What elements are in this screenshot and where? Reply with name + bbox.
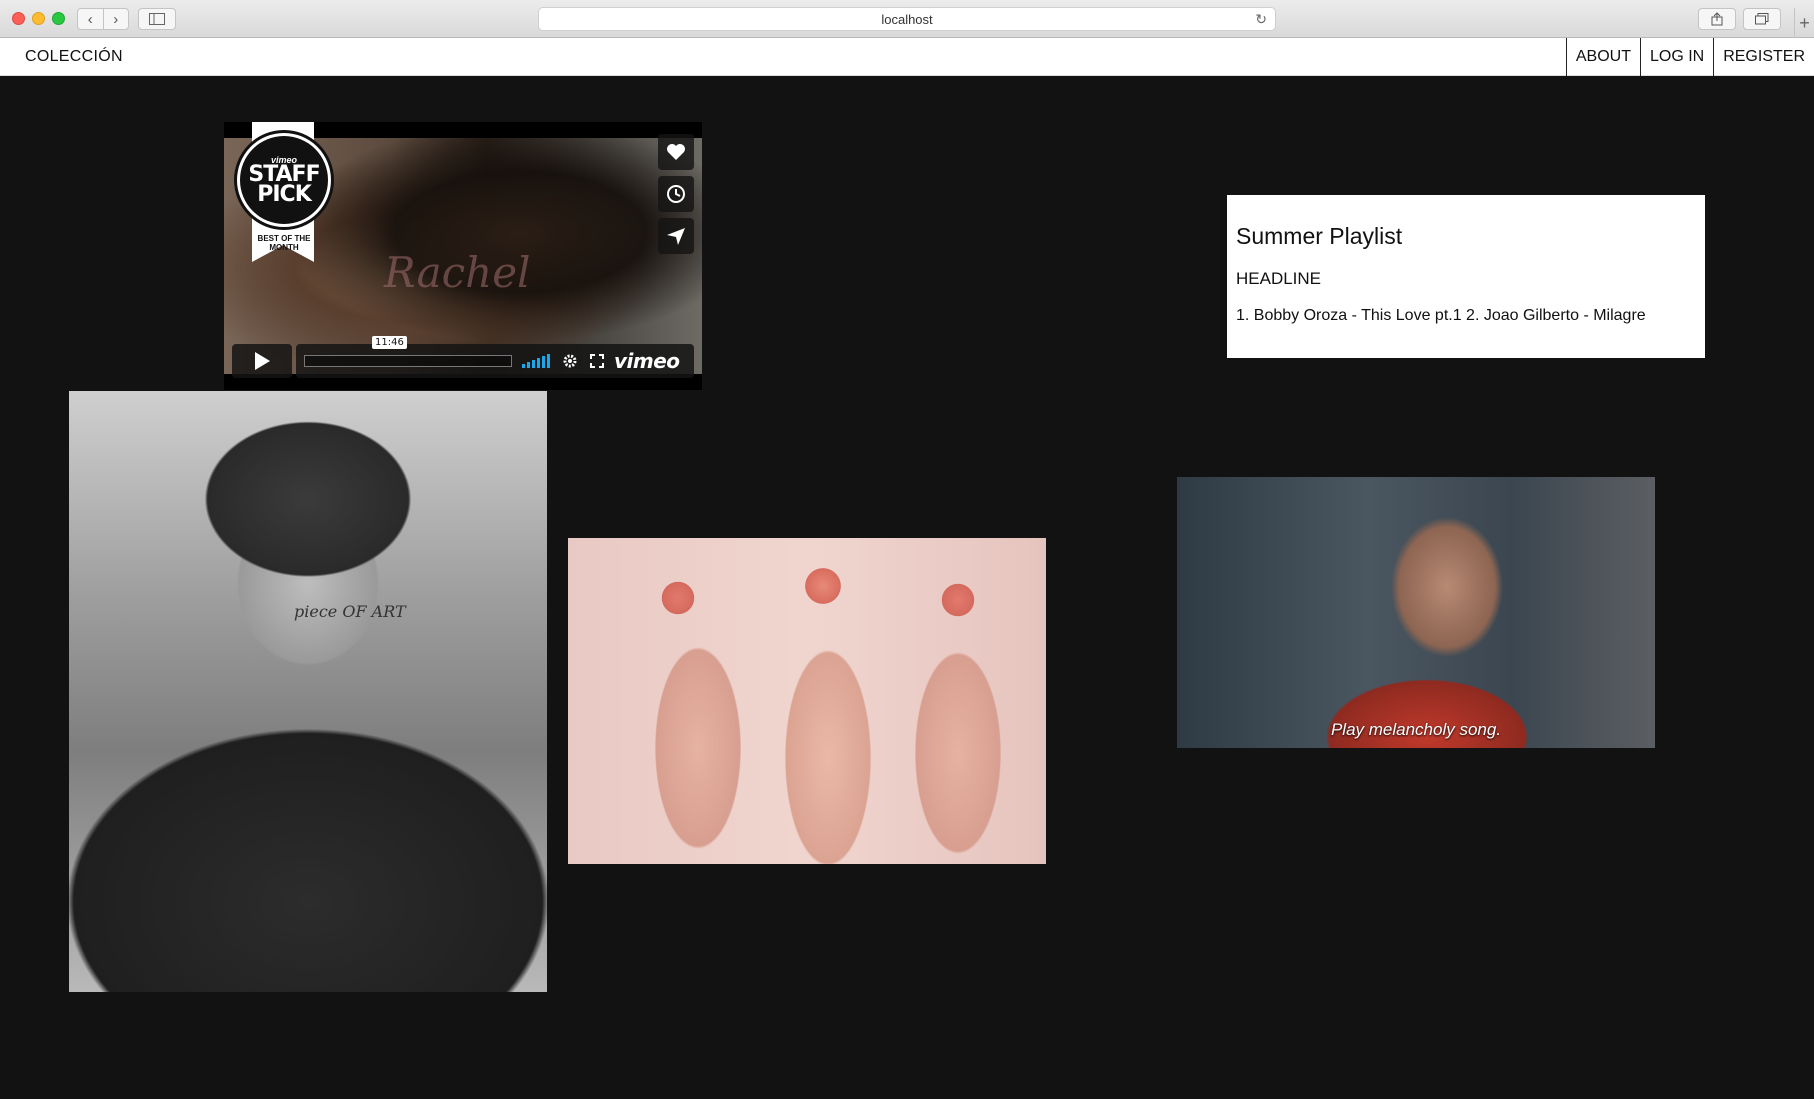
control-bar: 11:46 vimeo	[296, 336, 694, 378]
header-nav: ABOUT LOG IN REGISTER	[1565, 38, 1814, 76]
card-headline: HEADLINE	[1236, 269, 1322, 288]
close-window-icon[interactable]	[12, 12, 25, 25]
send-icon	[667, 228, 685, 245]
browser-chrome: ‹ › localhost ↻ +	[0, 0, 1814, 38]
nav-login-link[interactable]: LOG IN	[1639, 38, 1713, 76]
history-nav: ‹ ›	[77, 8, 129, 30]
film-still-photo[interactable]: Play melancholy song.	[1177, 477, 1655, 748]
nav-about-link[interactable]: ABOUT	[1565, 38, 1640, 76]
settings-icon[interactable]	[562, 353, 578, 369]
badge-line-2: PICK	[257, 182, 312, 207]
play-button[interactable]	[232, 344, 292, 378]
new-tab-button[interactable]: +	[1794, 8, 1814, 38]
roses-photo[interactable]	[568, 538, 1046, 864]
share-button[interactable]	[1698, 8, 1736, 30]
badge-subtitle: BEST OF THE MONTH	[257, 234, 311, 252]
clock-icon	[667, 185, 685, 203]
volume-control[interactable]	[522, 354, 550, 368]
timecode: 11:46	[372, 336, 407, 349]
zoom-window-icon[interactable]	[52, 12, 65, 25]
vimeo-logo[interactable]: vimeo	[614, 349, 680, 373]
progress-bar[interactable]	[304, 355, 512, 367]
like-button[interactable]	[658, 134, 694, 170]
heart-icon	[667, 144, 685, 160]
site-header: COLECCIÓN ABOUT LOG IN REGISTER	[0, 38, 1814, 76]
minimize-window-icon[interactable]	[32, 12, 45, 25]
sidebar-icon	[149, 13, 165, 25]
back-button[interactable]: ‹	[78, 9, 103, 29]
share-icon	[1711, 12, 1723, 26]
tabs-icon	[1755, 13, 1769, 25]
portrait-photo[interactable]: piece OF ART	[69, 391, 547, 992]
share-video-button[interactable]	[658, 218, 694, 254]
video-side-actions	[658, 134, 694, 254]
fullscreen-icon[interactable]	[590, 354, 604, 368]
video-embed[interactable]: Rachel vimeo STAFF PICK BEST OF THE MONT…	[224, 122, 702, 390]
nav-register-link[interactable]: REGISTER	[1713, 38, 1814, 76]
tattoo-text: piece OF ART	[294, 602, 406, 621]
staff-pick-badge[interactable]: vimeo STAFF PICK	[234, 130, 334, 230]
video-title-overlay: Rachel	[384, 248, 531, 297]
card-body: 1. Bobby Oroza - This Love pt.1 2. Joao …	[1236, 307, 1646, 324]
site-brand[interactable]: COLECCIÓN	[25, 48, 123, 66]
address-bar[interactable]: localhost ↻	[538, 7, 1276, 31]
reload-icon[interactable]: ↻	[1255, 11, 1267, 28]
url-text: localhost	[881, 11, 933, 27]
sidebar-toggle-button[interactable]	[138, 8, 176, 30]
play-icon	[255, 352, 270, 370]
watch-later-button[interactable]	[658, 176, 694, 212]
video-controls: 11:46 vimeo	[232, 336, 694, 378]
tabs-overview-button[interactable]	[1743, 8, 1781, 30]
forward-button[interactable]: ›	[102, 9, 129, 29]
film-subtitle: Play melancholy song.	[1330, 720, 1502, 739]
card-title: Summer Playlist	[1236, 223, 1403, 249]
playlist-card: Summer Playlist HEADLINE 1. Bobby Oroza …	[1227, 195, 1705, 358]
